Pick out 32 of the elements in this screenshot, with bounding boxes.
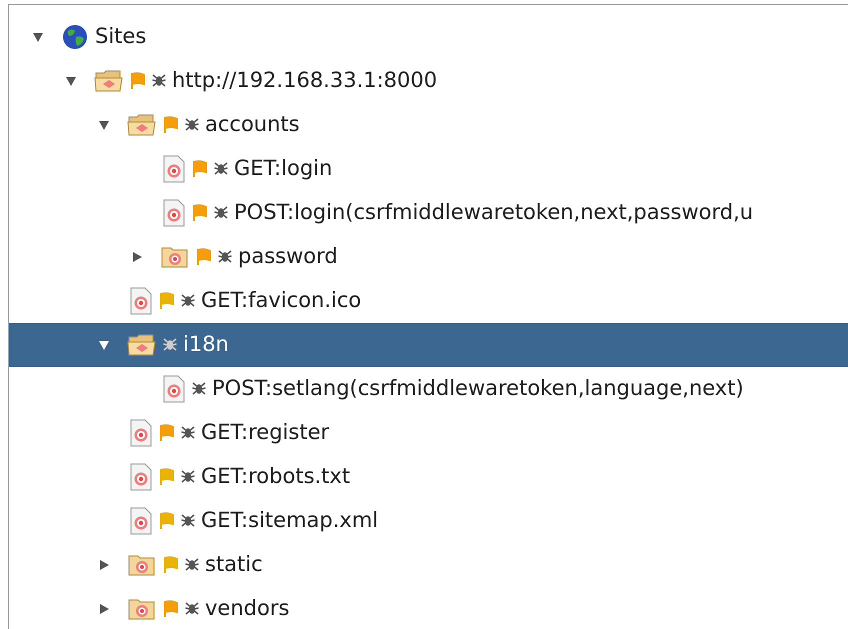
tree-node-label[interactable]: GET:robots.txt xyxy=(201,461,350,493)
collapse-arrow-icon[interactable] xyxy=(31,30,45,44)
open-folder-icon xyxy=(127,112,157,138)
tree-node-label[interactable]: password xyxy=(238,241,338,273)
tree-node-label[interactable]: GET:login xyxy=(234,153,332,185)
collapse-arrow-icon[interactable] xyxy=(64,74,78,88)
document-icon xyxy=(162,155,186,183)
open-folder-icon xyxy=(94,68,124,94)
collapse-arrow-icon[interactable] xyxy=(97,338,111,352)
tree-node-label[interactable]: GET:sitemap.xml xyxy=(201,505,378,537)
collapse-arrow-icon[interactable] xyxy=(97,118,111,132)
tree-node-label[interactable]: GET:register xyxy=(201,417,330,449)
document-icon xyxy=(129,419,153,447)
document-icon xyxy=(162,199,186,227)
expand-arrow-icon[interactable] xyxy=(130,250,144,264)
tree-node-label[interactable]: Sites xyxy=(95,21,146,53)
open-folder-icon xyxy=(127,332,157,358)
tree-node-label[interactable]: http://192.168.33.1:8000 xyxy=(172,65,438,97)
tree-node-label[interactable]: i18n xyxy=(183,329,229,361)
document-icon xyxy=(129,287,153,315)
expand-arrow-icon[interactable] xyxy=(97,602,111,616)
tree-node-label[interactable]: vendors xyxy=(205,593,290,625)
expand-arrow-icon[interactable] xyxy=(97,558,111,572)
globe-icon xyxy=(61,23,89,51)
tree-node-label[interactable]: GET:favicon.ico xyxy=(201,285,362,317)
tree-node-label[interactable]: POST:setlang(csrfmiddlewaretoken,language,next) xyxy=(212,373,744,405)
tree-node-label[interactable]: POST:login(csrfmiddlewaretoken,next,password,u xyxy=(234,197,754,229)
tree-node-label[interactable]: accounts xyxy=(205,109,300,141)
document-icon xyxy=(129,507,153,535)
document-icon xyxy=(129,463,153,491)
tree-node-label[interactable]: static xyxy=(205,549,263,581)
document-icon xyxy=(162,375,186,403)
